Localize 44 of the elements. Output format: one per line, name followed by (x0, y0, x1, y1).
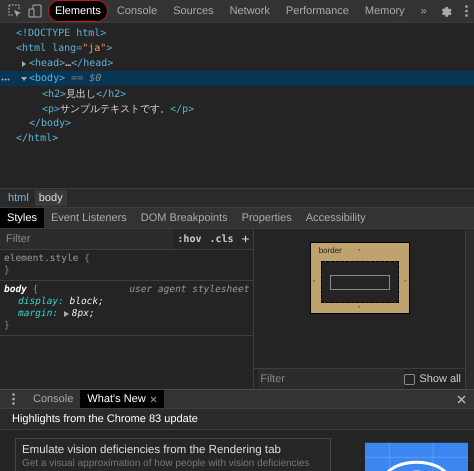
css-selector: body (4, 284, 27, 295)
box-model-diagram: border - - - - (310, 242, 410, 314)
whats-new-heading: Highlights from the Chrome 83 update (0, 409, 474, 430)
close-brace: } (4, 265, 10, 276)
css-selector: element.style (4, 253, 78, 264)
dom-node[interactable]: <head>…</head> (29, 58, 114, 69)
breadcrumb[interactable]: html (4, 190, 33, 206)
dom-node[interactable]: </body> (29, 118, 72, 129)
panel-tab[interactable]: Elements (48, 0, 108, 22)
card-description: Get a visual approximation of how people with vision deficiencies (22, 458, 310, 470)
panel-tab[interactable]: Sources (166, 0, 221, 22)
dom-node[interactable]: <body> == $0 (29, 73, 102, 84)
dom-node[interactable]: <html lang="ja"> (16, 43, 112, 54)
class-button[interactable]: .cls (206, 234, 238, 244)
drawer-tab[interactable]: Console (26, 390, 80, 408)
dom-node[interactable]: <p>サンプルテキストです。</p> (42, 102, 194, 116)
add-rule-button[interactable]: + (238, 232, 254, 246)
css-value[interactable]: 8px; (72, 308, 95, 320)
panel-tab[interactable]: Console (110, 0, 164, 22)
feature-card[interactable]: Emulate vision deficiencies from the Rendering tab Get a visual approximation of how people with vision deficiencies (15, 438, 331, 471)
open-brace: { (84, 253, 90, 264)
stylesheet-source[interactable]: user agent stylesheet (129, 284, 250, 296)
sidebar-tab[interactable]: Accessibility (298, 208, 373, 228)
sidebar-tab[interactable]: Event Listeners (44, 208, 134, 228)
panel-tab[interactable]: Performance (278, 0, 356, 22)
sidebar-tab[interactable]: Styles (0, 208, 44, 228)
sidebar-tab[interactable]: Properties (234, 208, 299, 228)
css-value[interactable]: block; (70, 296, 104, 308)
dom-node[interactable]: <h2>見出し</h2> (42, 86, 126, 100)
breadcrumb[interactable]: body (34, 190, 67, 206)
css-property[interactable]: margin: (18, 308, 58, 320)
hover-state-button[interactable]: :hov (173, 234, 206, 244)
dom-node[interactable]: </html> (16, 133, 58, 144)
css-property[interactable]: display: (18, 296, 64, 308)
dom-node[interactable]: <!DOCTYPE html> (16, 28, 106, 39)
card-title: Emulate vision deficiencies from the Rendering tab (22, 444, 282, 457)
more-tabs-button[interactable]: » (414, 0, 434, 22)
open-brace: { (32, 284, 38, 295)
panel-tab[interactable]: Network (222, 0, 277, 22)
sidebar-tab[interactable]: DOM Breakpoints (134, 208, 235, 228)
show-all-checkbox[interactable]: Show all (404, 373, 461, 385)
panel-tab[interactable]: Memory (358, 0, 412, 22)
close-brace: } (4, 320, 10, 331)
drawer-tab[interactable]: What's New (80, 390, 164, 408)
